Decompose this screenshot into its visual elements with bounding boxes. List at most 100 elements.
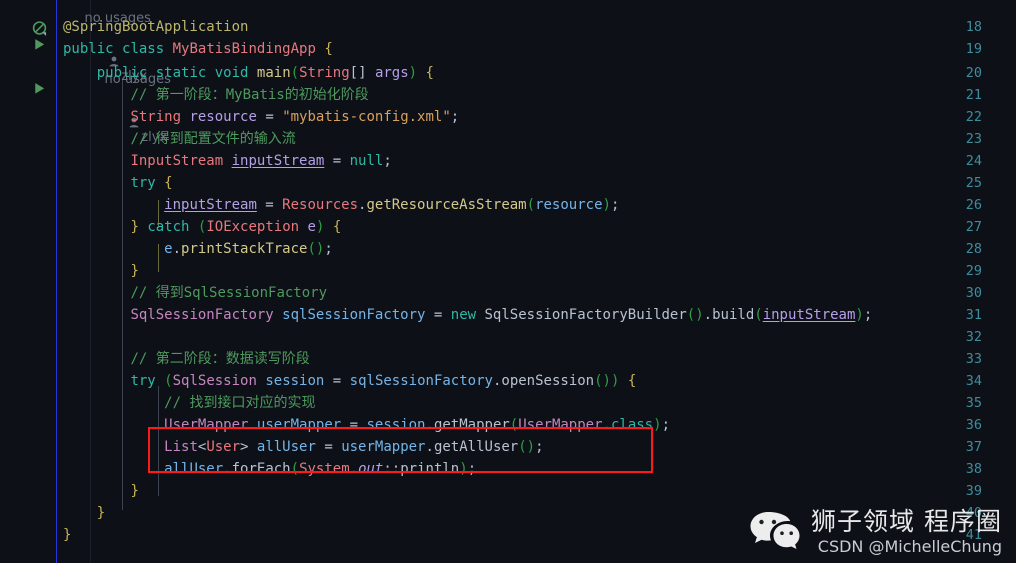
code-token: SqlSessionFactoryBuilder bbox=[484, 307, 687, 323]
code-token: ( bbox=[526, 197, 536, 213]
code-token: IOException bbox=[206, 219, 300, 235]
code-token: } bbox=[63, 527, 72, 543]
code-token: . bbox=[703, 307, 713, 323]
code-line[interactable]: InputStream inputStream = null; bbox=[63, 153, 391, 169]
code-token: getResourceAsStream bbox=[366, 197, 527, 213]
code-token: openSession bbox=[501, 373, 595, 389]
code-token: } bbox=[130, 483, 139, 499]
code-line[interactable]: public class MyBatisBindingApp { bbox=[63, 42, 333, 57]
code-token: ) bbox=[408, 65, 418, 81]
code-line[interactable]: } bbox=[63, 483, 139, 499]
code-line[interactable]: SqlSessionFactory sqlSessionFactory = ne… bbox=[63, 308, 872, 323]
code-token: out bbox=[358, 461, 384, 477]
code-token: = bbox=[256, 109, 283, 125]
code-token: getMapper bbox=[433, 417, 510, 433]
code-token: { bbox=[332, 219, 342, 235]
code-token: } bbox=[130, 263, 139, 279]
code-line[interactable]: e.printStackTrace(); bbox=[63, 242, 333, 257]
code-token: = bbox=[324, 373, 350, 389]
code-token: inputStream bbox=[762, 307, 856, 323]
code-token: ) bbox=[602, 197, 611, 213]
code-token: ( bbox=[594, 373, 603, 389]
code-token: ( bbox=[307, 241, 316, 257]
code-line[interactable]: allUser.forEach(System.out::println); bbox=[63, 462, 476, 477]
code-line[interactable]: } bbox=[63, 506, 105, 521]
code-token: { bbox=[164, 175, 173, 191]
code-content[interactable]: @SpringBootApplication public class MyBat… bbox=[0, 0, 1016, 563]
code-token: public bbox=[96, 65, 148, 81]
code-line[interactable]: // 第一阶段：MyBatis的初始化阶段 bbox=[63, 87, 369, 103]
code-token: // 得到SqlSessionFactory bbox=[130, 285, 328, 301]
code-token: println bbox=[400, 461, 460, 477]
code-token: ( bbox=[290, 461, 300, 477]
code-token: printStackTrace bbox=[181, 241, 308, 257]
code-token: UserMapper bbox=[518, 417, 603, 433]
code-token: UserMapper bbox=[164, 417, 249, 433]
code-token: String bbox=[299, 65, 350, 81]
code-token: ; bbox=[610, 197, 620, 213]
code-line[interactable]: public static void main(String[] args) { bbox=[63, 66, 434, 81]
code-token: args bbox=[374, 65, 409, 81]
code-token: // 第一阶段：MyBatis的初始化阶段 bbox=[130, 87, 369, 103]
code-token: . bbox=[602, 417, 611, 433]
code-token: ; bbox=[324, 241, 333, 257]
code-line[interactable]: @SpringBootApplication bbox=[63, 20, 248, 35]
code-token: build bbox=[712, 307, 755, 323]
code-line[interactable]: } bbox=[63, 528, 71, 543]
code-token: = bbox=[324, 153, 350, 169]
code-token: allUser bbox=[164, 461, 224, 477]
code-token: ) bbox=[526, 439, 536, 455]
code-token: resource bbox=[189, 109, 257, 125]
code-line[interactable]: try (SqlSession session = sqlSessionFact… bbox=[63, 374, 636, 389]
code-token: = bbox=[315, 439, 342, 455]
code-token: e bbox=[164, 241, 173, 257]
code-line[interactable]: // 得到SqlSessionFactory bbox=[63, 286, 327, 301]
code-line[interactable]: List<User> allUser = userMapper.getAllUs… bbox=[63, 439, 543, 455]
code-token: sqlSessionFactory bbox=[282, 307, 426, 323]
code-token: = bbox=[341, 417, 367, 433]
code-editor-screenshot: 18 19 20 21 22 23 24 25 26 27 28 29 30 31 32 33 34 35 36 37… bbox=[0, 0, 1016, 563]
code-token: Resources bbox=[282, 197, 359, 213]
code-line[interactable]: String resource = "mybatis-config.xml"; bbox=[63, 110, 459, 125]
code-line[interactable]: // 找到接口对应的实现 bbox=[63, 396, 315, 411]
code-line[interactable]: try { bbox=[63, 175, 173, 191]
code-token: { bbox=[627, 373, 637, 389]
code-line[interactable]: // 第二阶段：数据读写阶段 bbox=[63, 351, 310, 367]
code-line[interactable]: } bbox=[63, 263, 139, 279]
code-line[interactable]: } catch (IOException e) { bbox=[63, 220, 341, 235]
code-token: User bbox=[206, 439, 241, 455]
code-token: ( bbox=[686, 307, 696, 323]
code-token: ( bbox=[290, 65, 300, 81]
code-line[interactable]: UserMapper userMapper = session.getMappe… bbox=[63, 418, 670, 433]
code-line[interactable]: // 得到配置文件的输入流 bbox=[63, 131, 295, 147]
code-line[interactable]: inputStream = Resources.getResourceAsStr… bbox=[63, 198, 619, 213]
code-token: new bbox=[450, 307, 477, 323]
code-token: . bbox=[425, 439, 434, 455]
code-token: userMapper bbox=[341, 439, 426, 455]
code-token: static bbox=[155, 65, 207, 81]
code-token: // 第二阶段：数据读写阶段 bbox=[130, 351, 310, 367]
